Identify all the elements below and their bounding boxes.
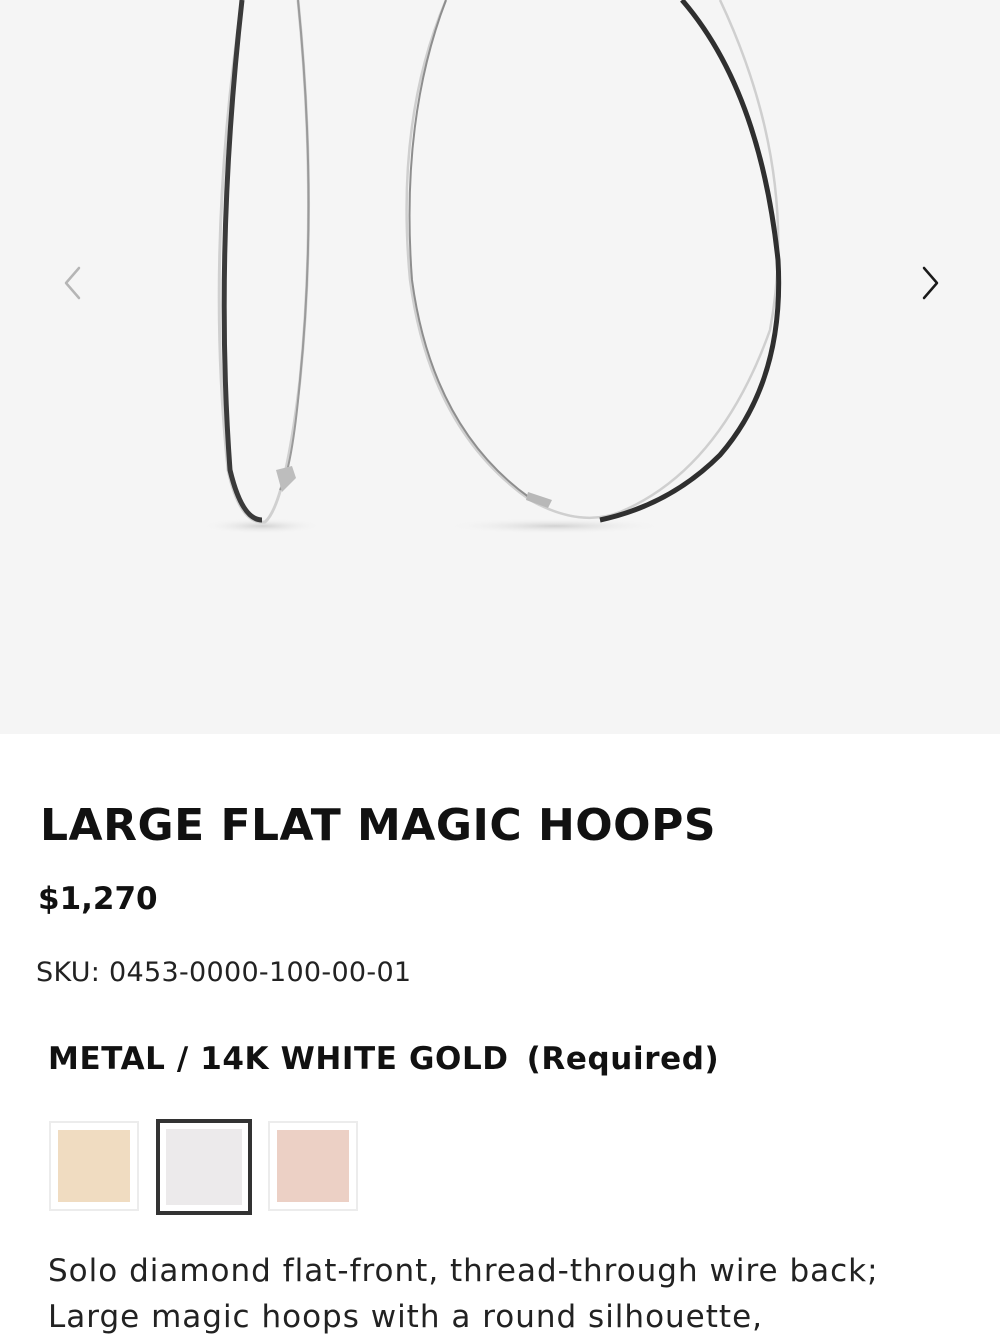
- metal-option-label: METAL / 14K WHITE GOLD (Required): [48, 1041, 719, 1077]
- swatch-color-chip: [58, 1130, 130, 1202]
- swatch-color-chip: [277, 1130, 349, 1202]
- chevron-left-icon: [64, 266, 81, 300]
- product-sku: SKU: 0453-0000-100-00-01: [36, 957, 412, 988]
- product-image: [202, 0, 782, 534]
- metal-swatch-rose-gold[interactable]: [268, 1121, 358, 1211]
- product-title: LARGE FLAT MAGIC HOOPS: [40, 800, 717, 851]
- metal-swatch-white-gold[interactable]: [156, 1119, 252, 1215]
- product-price: $1,270: [38, 881, 158, 917]
- required-indicator: (Required): [526, 1041, 720, 1077]
- product-description: Solo diamond flat-front, thread-through …: [48, 1248, 968, 1340]
- product-image-gallery: [0, 0, 1000, 734]
- description-line: Large magic hoops with a round silhouett…: [48, 1299, 763, 1335]
- chevron-right-icon: [922, 266, 939, 300]
- metal-option-value: METAL / 14K WHITE GOLD: [48, 1041, 509, 1077]
- swatch-color-chip: [166, 1129, 242, 1205]
- metal-swatch-yellow-gold[interactable]: [49, 1121, 139, 1211]
- description-line: Solo diamond flat-front, thread-through …: [48, 1253, 879, 1289]
- previous-image-button[interactable]: [48, 258, 96, 306]
- next-image-button[interactable]: [906, 258, 954, 306]
